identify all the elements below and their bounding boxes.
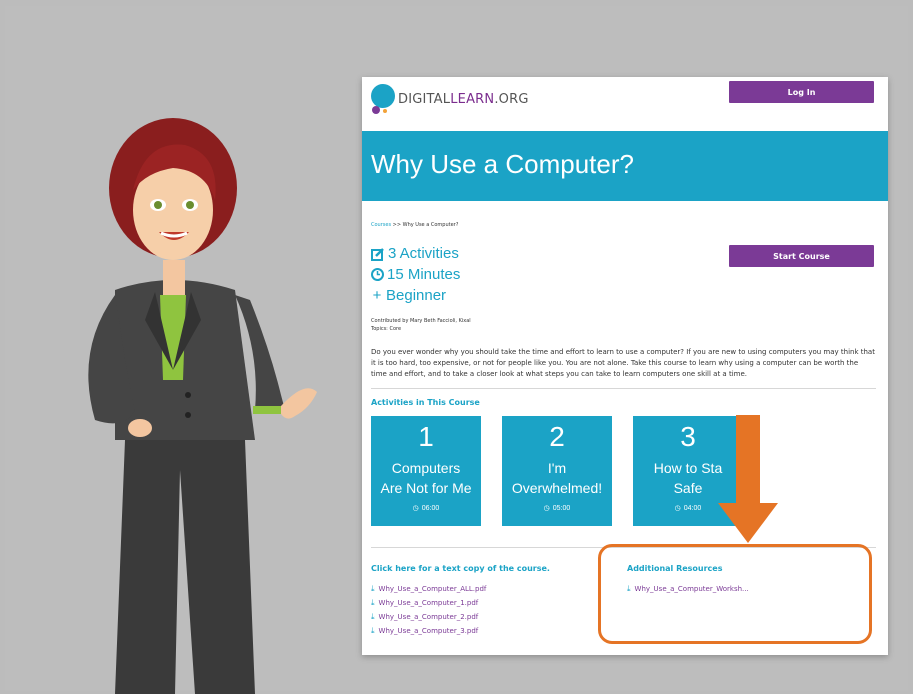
activities-heading: Activities in This Course bbox=[371, 398, 480, 407]
course-description: Do you ever wonder why you should take t… bbox=[371, 348, 875, 378]
activities-count: 3 Activities bbox=[371, 245, 459, 262]
breadcrumb-courses-link[interactable]: Courses bbox=[371, 222, 391, 228]
logo-text: DIGITALLEARN.ORG bbox=[398, 91, 529, 107]
activity-card-1[interactable]: 1 Computers Are Not for Me ◷ 06:00 bbox=[371, 416, 481, 526]
presenter-illustration bbox=[88, 118, 317, 694]
clock-icon: ◷ bbox=[543, 505, 550, 512]
plus-icon: + bbox=[372, 287, 382, 304]
download-icon: ⤓ bbox=[371, 626, 375, 635]
course-banner: Why Use a Computer? bbox=[362, 131, 888, 201]
digitallearn-logo[interactable]: DIGITALLEARN.ORG bbox=[368, 83, 529, 115]
divider bbox=[371, 388, 876, 389]
clock-icon: ◷ bbox=[674, 505, 681, 512]
activity-card-2[interactable]: 2 I'm Overwhelmed! ◷ 05:00 bbox=[502, 416, 612, 526]
course-duration: 15 Minutes bbox=[371, 266, 460, 283]
clock-icon bbox=[371, 268, 384, 281]
down-arrow-icon bbox=[718, 415, 778, 543]
start-course-button[interactable]: Start Course bbox=[729, 245, 874, 267]
course-files-list: ⤓ Why_Use_a_Computer_ALL.pdf ⤓ Why_Use_a_C… bbox=[371, 582, 486, 638]
course-credits: Contributed by Mary Beth Faccioli, Kixal… bbox=[371, 318, 471, 332]
file-link[interactable]: ⤓ Why_Use_a_Computer_3.pdf bbox=[371, 624, 486, 638]
download-icon: ⤓ bbox=[371, 584, 375, 593]
course-title: Why Use a Computer? bbox=[371, 149, 634, 179]
edit-icon bbox=[371, 247, 384, 261]
resources-highlight-box bbox=[598, 544, 872, 644]
file-link[interactable]: ⤓ Why_Use_a_Computer_ALL.pdf bbox=[371, 582, 486, 596]
text-copy-heading[interactable]: Click here for a text copy of the course… bbox=[371, 564, 550, 573]
file-link[interactable]: ⤓ Why_Use_a_Computer_2.pdf bbox=[371, 610, 486, 624]
download-icon: ⤓ bbox=[371, 598, 375, 607]
login-button[interactable]: Log In bbox=[729, 81, 874, 103]
clock-icon: ◷ bbox=[412, 505, 419, 512]
course-level: + Beginner bbox=[372, 287, 447, 304]
file-link[interactable]: ⤓ Why_Use_a_Computer_1.pdf bbox=[371, 596, 486, 610]
breadcrumb: Courses >> Why Use a Computer? bbox=[371, 222, 459, 228]
download-icon: ⤓ bbox=[371, 612, 375, 621]
logo-icon bbox=[371, 84, 395, 114]
